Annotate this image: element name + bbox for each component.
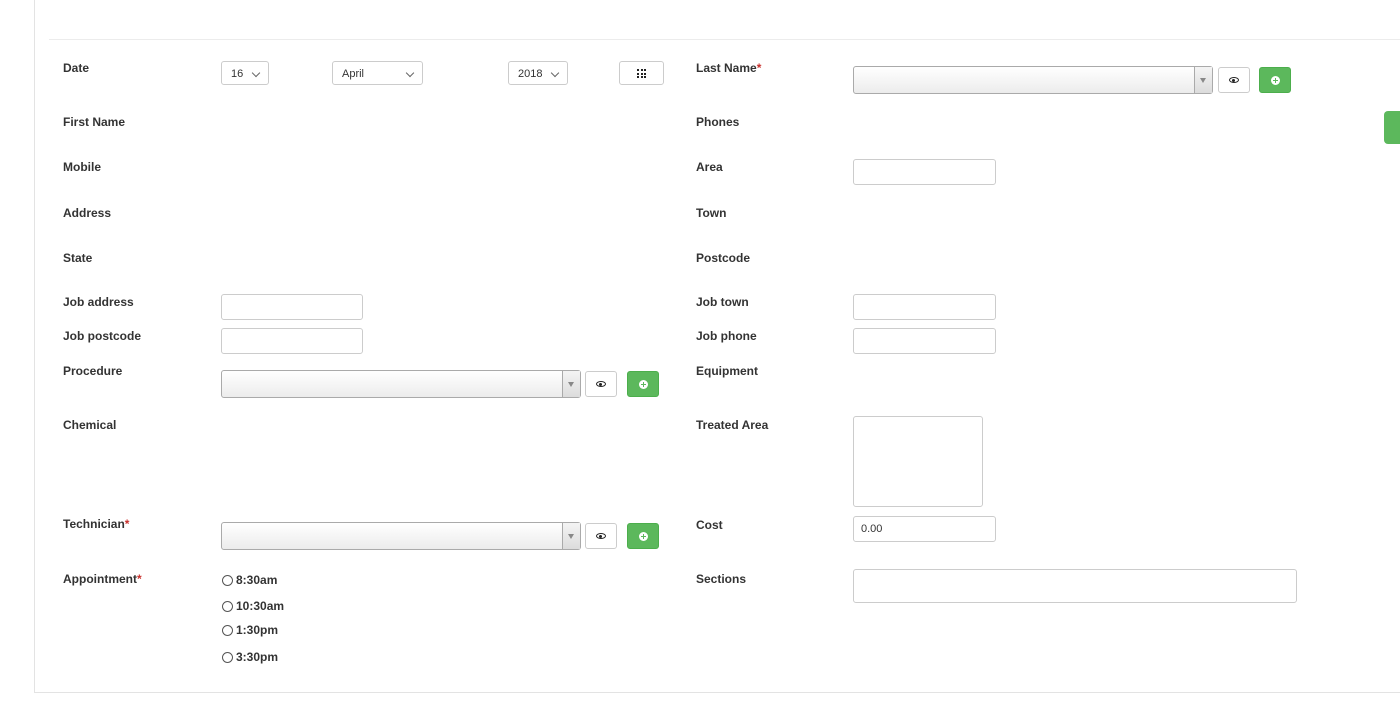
appointment-option[interactable]: 1:30pm (222, 623, 278, 637)
appointment-option-label: 8:30am (236, 573, 278, 587)
technician-label-text: Technician (63, 517, 125, 531)
radio-icon[interactable] (222, 651, 233, 663)
last-name-view-button[interactable] (1218, 67, 1250, 93)
day-select[interactable]: 16 (221, 61, 269, 85)
area-input[interactable] (853, 159, 996, 185)
eye-icon (1229, 77, 1239, 83)
area-label: Area (696, 160, 723, 174)
job-address-label: Job address (63, 295, 134, 309)
treated-area-textarea[interactable] (853, 416, 983, 507)
required-mark: * (137, 572, 142, 586)
technician-view-button[interactable] (585, 523, 617, 549)
job-phone-input[interactable] (853, 328, 996, 354)
appointment-option[interactable]: 10:30am (222, 599, 284, 613)
year-value: 2018 (518, 68, 543, 80)
required-mark: * (124, 517, 130, 531)
eye-icon (596, 533, 606, 539)
mobile-label: Mobile (63, 160, 101, 174)
job-phone-label: Job phone (696, 329, 757, 343)
sections-input[interactable] (853, 569, 1297, 603)
chevron-down-icon (405, 68, 415, 78)
calendar-button[interactable] (619, 61, 664, 85)
last-name-label-text: Last Name (696, 61, 757, 75)
procedure-label: Procedure (63, 364, 123, 378)
dropdown-arrow-icon[interactable] (562, 523, 580, 549)
dropdown-arrow-icon[interactable] (562, 371, 580, 397)
month-select[interactable]: April (332, 61, 423, 85)
cost-input[interactable] (853, 516, 996, 542)
year-select[interactable]: 2018 (508, 61, 568, 85)
plus-circle-icon (639, 532, 648, 541)
treated-area-label: Treated Area (696, 418, 769, 432)
radio-icon[interactable] (222, 574, 233, 586)
eye-icon (596, 381, 606, 387)
equipment-label: Equipment (696, 364, 758, 378)
technician-combobox[interactable] (221, 522, 581, 550)
side-action-tab[interactable] (1384, 111, 1400, 144)
appointment-option-label: 10:30am (236, 599, 285, 613)
town-label: Town (696, 206, 727, 220)
appointment-option-label: 1:30pm (236, 623, 279, 637)
job-town-input[interactable] (853, 294, 996, 320)
last-name-add-button[interactable] (1259, 67, 1291, 93)
last-name-label: Last Name* (696, 61, 761, 75)
technician-label: Technician* (63, 517, 129, 531)
dropdown-arrow-icon[interactable] (1194, 67, 1212, 93)
address-label: Address (63, 206, 112, 220)
chemical-label: Chemical (63, 418, 117, 432)
procedure-add-button[interactable] (627, 371, 659, 397)
header-divider (49, 39, 1400, 40)
day-value: 16 (231, 68, 244, 80)
appointment-label: Appointment* (63, 572, 142, 586)
appointment-label-text: Appointment (63, 572, 137, 586)
procedure-combobox[interactable] (221, 370, 581, 398)
plus-circle-icon (639, 380, 648, 389)
radio-icon[interactable] (222, 600, 233, 612)
plus-circle-icon (1271, 76, 1280, 85)
job-address-input[interactable] (221, 294, 363, 320)
state-label: State (63, 251, 93, 265)
chevron-down-icon (550, 68, 560, 78)
grid-icon (637, 69, 646, 78)
required-mark: * (756, 61, 762, 75)
appointment-option[interactable]: 3:30pm (222, 650, 278, 664)
chevron-down-icon (251, 68, 261, 78)
phones-label: Phones (696, 115, 740, 129)
procedure-view-button[interactable] (585, 371, 617, 397)
job-postcode-label: Job postcode (63, 329, 142, 343)
appointment-option[interactable]: 8:30am (222, 573, 277, 587)
first-name-label: First Name (63, 115, 126, 129)
month-value: April (342, 68, 365, 80)
last-name-combobox[interactable] (853, 66, 1213, 94)
cost-label: Cost (696, 518, 723, 532)
postcode-label: Postcode (696, 251, 751, 265)
job-town-label: Job town (696, 295, 749, 309)
sections-label: Sections (696, 572, 747, 586)
date-label: Date (63, 61, 90, 75)
job-postcode-input[interactable] (221, 328, 363, 354)
technician-add-button[interactable] (627, 523, 659, 549)
radio-icon[interactable] (222, 624, 233, 636)
appointment-option-label: 3:30pm (236, 650, 279, 664)
